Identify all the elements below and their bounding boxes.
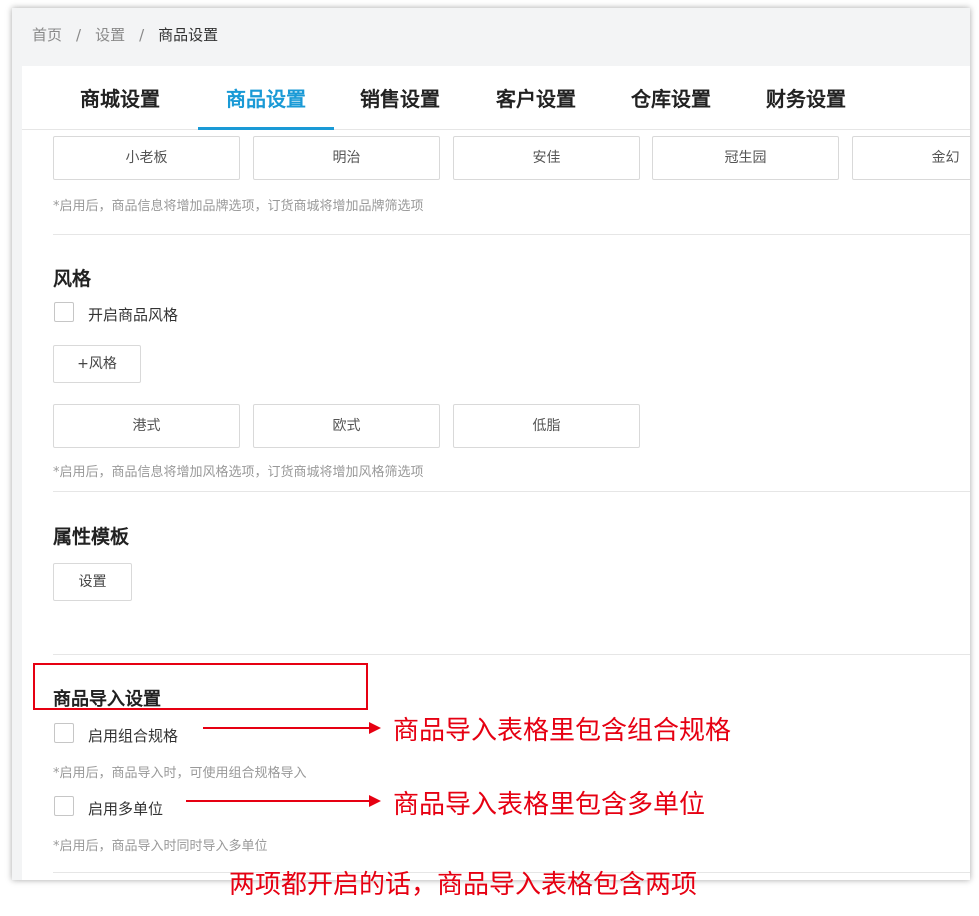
section-divider (53, 654, 970, 655)
breadcrumb-current: 商品设置 (158, 26, 219, 44)
section-divider (53, 234, 970, 235)
tab-sales-settings[interactable]: 销售设置 (344, 66, 456, 130)
style-hint: *启用后，商品信息将增加风格选项，订货商城将增加风格筛选项 (53, 465, 424, 480)
breadcrumb-settings[interactable]: 设置 (95, 26, 125, 44)
multi-unit-label[interactable]: 启用多单位 (88, 798, 163, 819)
combo-spec-arrow-head-icon (369, 722, 381, 734)
breadcrumb: 首页 / 设置 / 商品设置 (32, 24, 218, 45)
style-section-title: 风格 (53, 268, 92, 290)
tab-warehouse-settings[interactable]: 仓库设置 (615, 66, 727, 130)
combo-spec-label[interactable]: 启用组合规格 (88, 725, 178, 746)
breadcrumb-separator: / (76, 26, 82, 44)
attribute-template-settings-button[interactable]: 设置 (53, 563, 132, 601)
style-chip[interactable]: 港式 (53, 404, 240, 448)
combo-spec-checkbox[interactable] (54, 723, 74, 743)
multi-unit-arrow-head-icon (369, 795, 381, 807)
tab-finance-settings[interactable]: 财务设置 (750, 66, 862, 130)
settings-card: 商城设置 商品设置 销售设置 客户设置 仓库设置 财务设置 小老板 明治 安佳 … (22, 66, 970, 880)
style-chip[interactable]: 欧式 (253, 404, 440, 448)
style-chip[interactable]: 低脂 (453, 404, 640, 448)
style-enable-label[interactable]: 开启商品风格 (88, 304, 178, 325)
combo-spec-arrow-line (203, 727, 371, 729)
attribute-template-title: 属性模板 (53, 526, 130, 548)
tab-customer-settings[interactable]: 客户设置 (480, 66, 592, 130)
brand-chip[interactable]: 安佳 (453, 136, 640, 180)
import-settings-highlight (33, 663, 368, 710)
multi-unit-arrow-line (186, 800, 371, 802)
tab-mall-settings[interactable]: 商城设置 (64, 66, 176, 130)
breadcrumb-separator: / (139, 26, 145, 44)
brand-hint: *启用后，商品信息将增加品牌选项，订货商城将增加品牌筛选项 (53, 199, 424, 214)
brand-chip[interactable]: 冠生园 (652, 136, 839, 180)
brand-chip[interactable]: 小老板 (53, 136, 240, 180)
bottom-annotation: 两项都开启的话，商品导入表格包含两项 (229, 870, 698, 900)
brand-chip[interactable]: 金幻 (852, 136, 970, 180)
multi-unit-hint: *启用后，商品导入时同时导入多单位 (53, 839, 268, 854)
breadcrumb-home[interactable]: 首页 (32, 26, 62, 44)
app-frame: 首页 / 设置 / 商品设置 商城设置 商品设置 销售设置 客户设置 仓库设置 财务设置… (12, 8, 970, 880)
tab-product-settings[interactable]: 商品设置 (198, 66, 334, 130)
combo-spec-annotation: 商品导入表格里包含组合规格 (393, 716, 732, 746)
multi-unit-checkbox[interactable] (54, 796, 74, 816)
brand-chip[interactable]: 明治 (253, 136, 440, 180)
multi-unit-annotation: 商品导入表格里包含多单位 (393, 790, 706, 820)
style-enable-checkbox[interactable] (54, 302, 74, 322)
combo-spec-hint: *启用后，商品导入时，可使用组合规格导入 (53, 766, 307, 781)
section-divider (53, 491, 970, 492)
settings-tabs: 商城设置 商品设置 销售设置 客户设置 仓库设置 财务设置 (22, 66, 970, 130)
add-style-button[interactable]: +风格 (53, 345, 141, 383)
